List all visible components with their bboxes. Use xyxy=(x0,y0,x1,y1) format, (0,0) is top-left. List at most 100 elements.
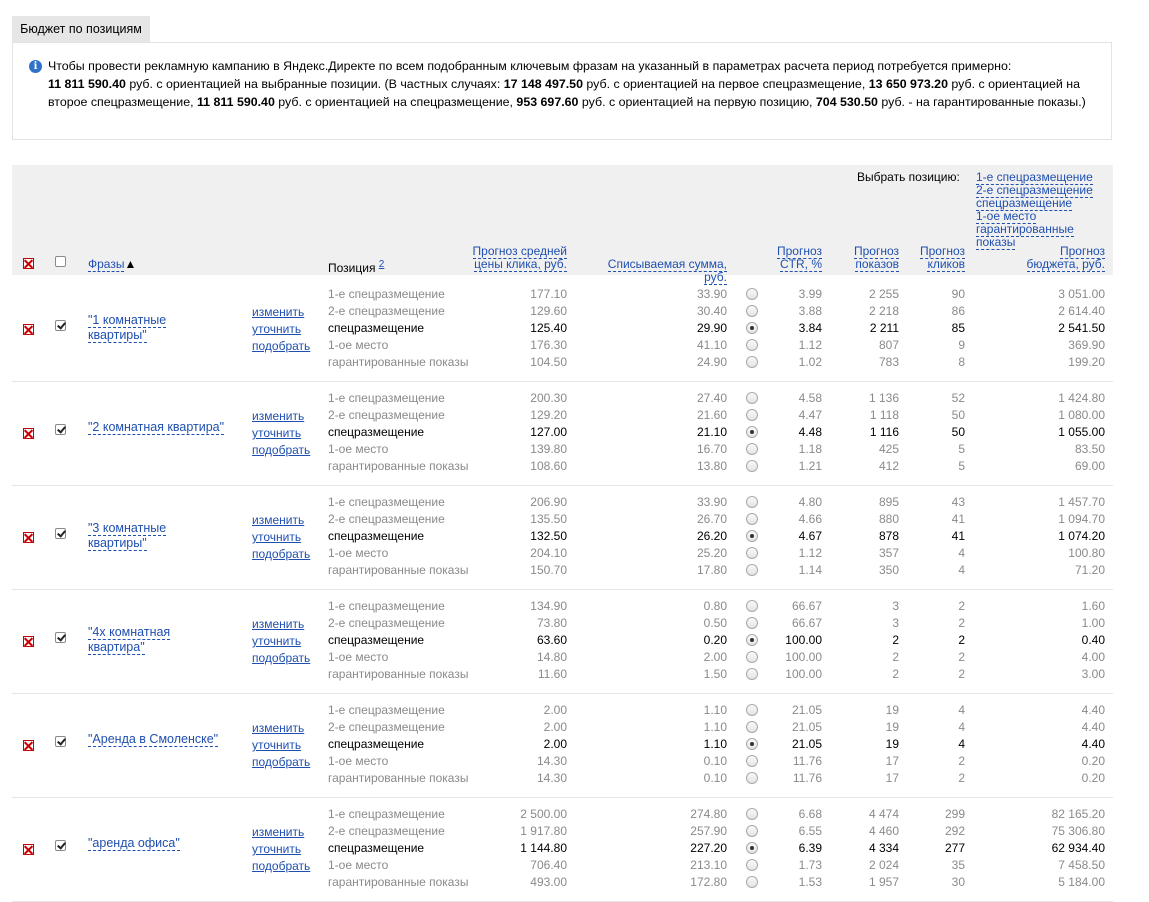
cpc-value: 706.40 xyxy=(530,858,567,872)
position-radio[interactable] xyxy=(746,876,758,888)
budget-value: 1 074.20 xyxy=(1058,529,1105,543)
position-radio[interactable] xyxy=(746,426,758,438)
budget-tab[interactable]: Бюджет по позициям xyxy=(12,16,150,42)
position-radio[interactable] xyxy=(746,305,758,317)
clicks-value: 4 xyxy=(958,703,965,717)
position-radio[interactable] xyxy=(746,617,758,629)
position-radio[interactable] xyxy=(746,513,758,525)
cpc-value: 2.00 xyxy=(543,737,567,751)
cpc-value: 1 144.80 xyxy=(520,841,567,855)
cpc-value: 2.00 xyxy=(543,703,567,717)
select-position-links: 1-е спецразмещение 2-е спецразмещение сп… xyxy=(976,170,1111,250)
col-budget[interactable]: Прогноз бюджета, руб. xyxy=(1005,244,1105,272)
budget-value: 1 094.70 xyxy=(1058,512,1105,526)
position-radio[interactable] xyxy=(746,600,758,612)
charge-value: 26.70 xyxy=(696,512,727,526)
position-radio[interactable] xyxy=(746,339,758,351)
select-all-checkbox[interactable] xyxy=(55,256,66,267)
position-name: 1-ое место xyxy=(328,442,389,456)
charge-value: 33.90 xyxy=(696,287,727,301)
col-ctr[interactable]: Прогноз CTR, % xyxy=(762,244,822,272)
position-radio[interactable] xyxy=(746,668,758,680)
ctr-value: 66.67 xyxy=(791,616,822,630)
charge-value: 0.10 xyxy=(703,754,727,768)
position-radio[interactable] xyxy=(746,409,758,421)
budget-value: 100.80 xyxy=(1068,546,1105,560)
position-row: гарантированные показы 150.70 17.80 1.14 350… xyxy=(12,562,1113,579)
position-radio[interactable] xyxy=(746,825,758,837)
budget-value: 71.20 xyxy=(1074,563,1105,577)
position-radio[interactable] xyxy=(746,738,758,750)
position-radio[interactable] xyxy=(746,634,758,646)
budget-value: 4.40 xyxy=(1081,720,1105,734)
position-name: гарантированные показы xyxy=(328,459,469,473)
position-radio[interactable] xyxy=(746,842,758,854)
position-name: 1-е спецразмещение xyxy=(328,599,445,613)
col-phrases[interactable]: Фразы▲ xyxy=(88,257,137,272)
position-radio[interactable] xyxy=(746,322,758,334)
col-cpc[interactable]: Прогноз средней цены клика, руб. xyxy=(467,244,567,272)
position-radio[interactable] xyxy=(746,443,758,455)
clicks-value: 299 xyxy=(944,807,965,821)
position-name: спецразмещение xyxy=(328,633,425,647)
select-position-label: Выбрать позицию: xyxy=(857,170,960,184)
col-shows[interactable]: Прогноз показов xyxy=(842,244,899,272)
charge-value: 16.70 xyxy=(696,442,727,456)
budget-value: 4.40 xyxy=(1081,703,1105,717)
position-radio[interactable] xyxy=(746,808,758,820)
budget-value: 0.20 xyxy=(1081,754,1105,768)
ctr-value: 1.02 xyxy=(798,355,822,369)
position-radio[interactable] xyxy=(746,564,758,576)
position-row: гарантированные показы 493.00 172.80 1.53 1 … xyxy=(12,874,1113,891)
position-radio[interactable] xyxy=(746,721,758,733)
clicks-value: 5 xyxy=(958,442,965,456)
shows-value: 880 xyxy=(878,512,899,526)
position-row: 1-ое место 176.30 41.10 1.12 807 9 369.90 xyxy=(12,337,1113,354)
ctr-value: 3.84 xyxy=(798,321,822,335)
shows-value: 350 xyxy=(878,563,899,577)
delete-all-icon[interactable] xyxy=(23,258,34,269)
clicks-value: 50 xyxy=(951,425,965,439)
position-row: спецразмещение 63.60 0.20 100.00 2 2 0.40 xyxy=(12,632,1113,649)
ctr-value: 4.80 xyxy=(798,495,822,509)
position-radio[interactable] xyxy=(746,356,758,368)
position-row: гарантированные показы 14.30 0.10 11.76 17 2 0… xyxy=(12,770,1113,787)
position-name: 2-е спецразмещение xyxy=(328,616,445,630)
sort-asc-icon: ▲ xyxy=(124,257,137,271)
clicks-value: 30 xyxy=(951,875,965,889)
budget-value: 199.20 xyxy=(1068,355,1105,369)
position-footnote-link[interactable]: 2 xyxy=(379,259,385,270)
budget-value: 1 424.80 xyxy=(1058,391,1105,405)
charge-value: 1.10 xyxy=(703,720,727,734)
position-radio[interactable] xyxy=(746,651,758,663)
shows-value: 19 xyxy=(885,720,899,734)
clicks-value: 277 xyxy=(944,841,965,855)
cpc-value: 206.90 xyxy=(530,495,567,509)
position-name: 1-ое место xyxy=(328,858,389,872)
shows-value: 895 xyxy=(878,495,899,509)
shows-value: 2 xyxy=(892,667,899,681)
table-header: Выбрать позицию: 1-е спецразмещение 2-е … xyxy=(12,165,1113,285)
ctr-value: 1.53 xyxy=(798,875,822,889)
position-radio[interactable] xyxy=(746,496,758,508)
position-row: спецразмещение 1 144.80 227.20 6.39 4 334 277… xyxy=(12,840,1113,857)
position-radio[interactable] xyxy=(746,859,758,871)
position-radio[interactable] xyxy=(746,460,758,472)
budget-value: 5 184.00 xyxy=(1058,875,1105,889)
position-radio[interactable] xyxy=(746,392,758,404)
shows-value: 17 xyxy=(885,754,899,768)
clicks-value: 4 xyxy=(958,720,965,734)
position-radio[interactable] xyxy=(746,704,758,716)
charge-value: 0.80 xyxy=(703,599,727,613)
position-radio[interactable] xyxy=(746,755,758,767)
position-radio[interactable] xyxy=(746,547,758,559)
position-radio[interactable] xyxy=(746,772,758,784)
shows-value: 4 474 xyxy=(868,807,899,821)
clicks-value: 41 xyxy=(951,512,965,526)
position-radio[interactable] xyxy=(746,288,758,300)
position-radio[interactable] xyxy=(746,530,758,542)
clicks-value: 4 xyxy=(958,563,965,577)
cpc-value: 204.10 xyxy=(530,546,567,560)
position-row: 1-е спецразмещение 206.90 33.90 4.80 895 43 1 … xyxy=(12,494,1113,511)
col-clicks[interactable]: Прогноз кликов xyxy=(907,244,965,272)
